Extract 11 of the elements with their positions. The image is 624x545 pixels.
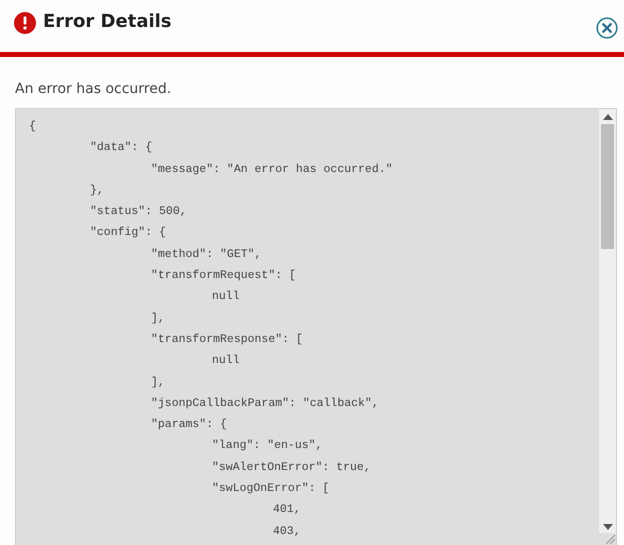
- error-icon: [14, 12, 36, 34]
- scroll-thumb[interactable]: [601, 124, 614, 249]
- json-text: { "data": { "message": "An error has occurred." }, "status": 500, "config": { "method": "GET", "transformRequest": [ null ], "transformResponse": [ null ], "jsonpCallbackParam": "callback", "params": { "lang": "en-us", "swAlertOnError": true, "swLogOnError": [ 401, 403,: [28, 119, 394, 540]
- scroll-up-icon[interactable]: [602, 114, 612, 120]
- close-button[interactable]: [596, 17, 618, 39]
- close-icon: [596, 17, 618, 39]
- resize-grip-icon[interactable]: [605, 534, 615, 544]
- scrollbar[interactable]: [599, 109, 616, 533]
- scroll-down-icon[interactable]: [602, 524, 612, 530]
- error-message: An error has occurred.: [15, 81, 172, 97]
- dialog-title: Error Details: [43, 11, 172, 32]
